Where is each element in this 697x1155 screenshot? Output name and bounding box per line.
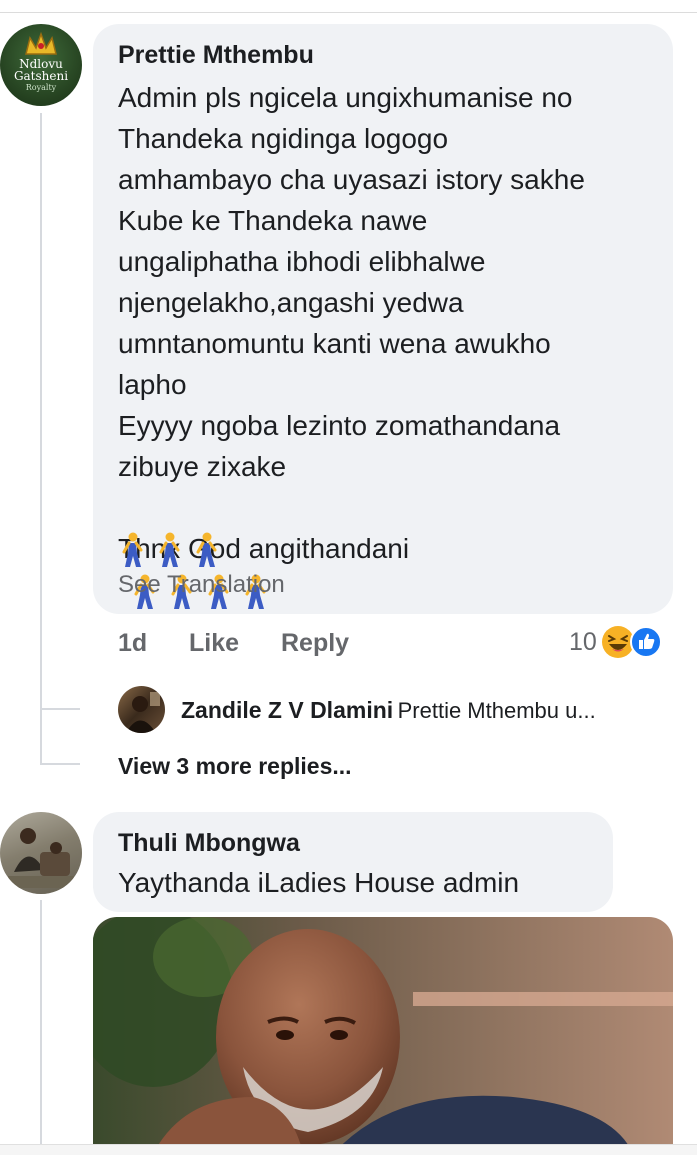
- top-divider: [0, 12, 697, 13]
- comment-timestamp[interactable]: 1d: [118, 629, 147, 658]
- reaction-count: 10: [569, 627, 597, 656]
- person-walking-icon: [122, 532, 143, 567]
- view-more-replies-link[interactable]: View 3 more replies...: [118, 753, 352, 780]
- avatar-text: Gatsheni: [13, 69, 69, 83]
- comment-text: Admin pls ngicela ungixhumanise no Thand…: [118, 82, 585, 482]
- reply-button[interactable]: Reply: [281, 629, 349, 658]
- comment-author[interactable]: Prettie Mthembu: [118, 41, 314, 70]
- reaction-summary[interactable]: 10: [569, 625, 662, 659]
- person-photo-icon: [0, 812, 82, 894]
- avatar[interactable]: [0, 812, 82, 894]
- bottom-divider: [0, 1144, 697, 1155]
- see-translation-link[interactable]: See Translation: [118, 571, 285, 599]
- meme-photo: [93, 917, 673, 1154]
- emoji-group: [118, 532, 220, 568]
- thread-line: [40, 900, 42, 1144]
- thread-branch: [40, 708, 80, 710]
- comment-bubble[interactable]: Thuli Mbongwa Yaythanda iLadies House ad…: [93, 812, 613, 912]
- comment-author[interactable]: Thuli Mbongwa: [118, 829, 300, 858]
- avatar-text: Royalty: [25, 83, 57, 92]
- thread-branch: [40, 763, 80, 765]
- comment-text: Yaythanda iLadies House admin: [118, 867, 520, 898]
- comment-bubble[interactable]: Prettie Mthembu Admin pls ngicela ungixh…: [93, 24, 673, 614]
- like-button[interactable]: Like: [189, 629, 239, 658]
- like-reaction-icon: [629, 626, 662, 658]
- comment-image[interactable]: [93, 917, 673, 1154]
- person-walking-icon: [159, 532, 180, 567]
- thread-line: [40, 113, 42, 765]
- reply-preview[interactable]: Zandile Z V Dlamini Prettie Mthembu u...: [181, 697, 596, 724]
- reply-preview-text: Prettie Mthembu u...: [397, 698, 596, 723]
- reply-avatar[interactable]: [118, 686, 165, 733]
- person-walking-icon: [196, 532, 217, 567]
- reply-author[interactable]: Zandile Z V Dlamini: [181, 697, 393, 723]
- avatar[interactable]: Ndlovu Gatsheni Royalty: [0, 24, 82, 106]
- person-photo-icon: [126, 692, 160, 733]
